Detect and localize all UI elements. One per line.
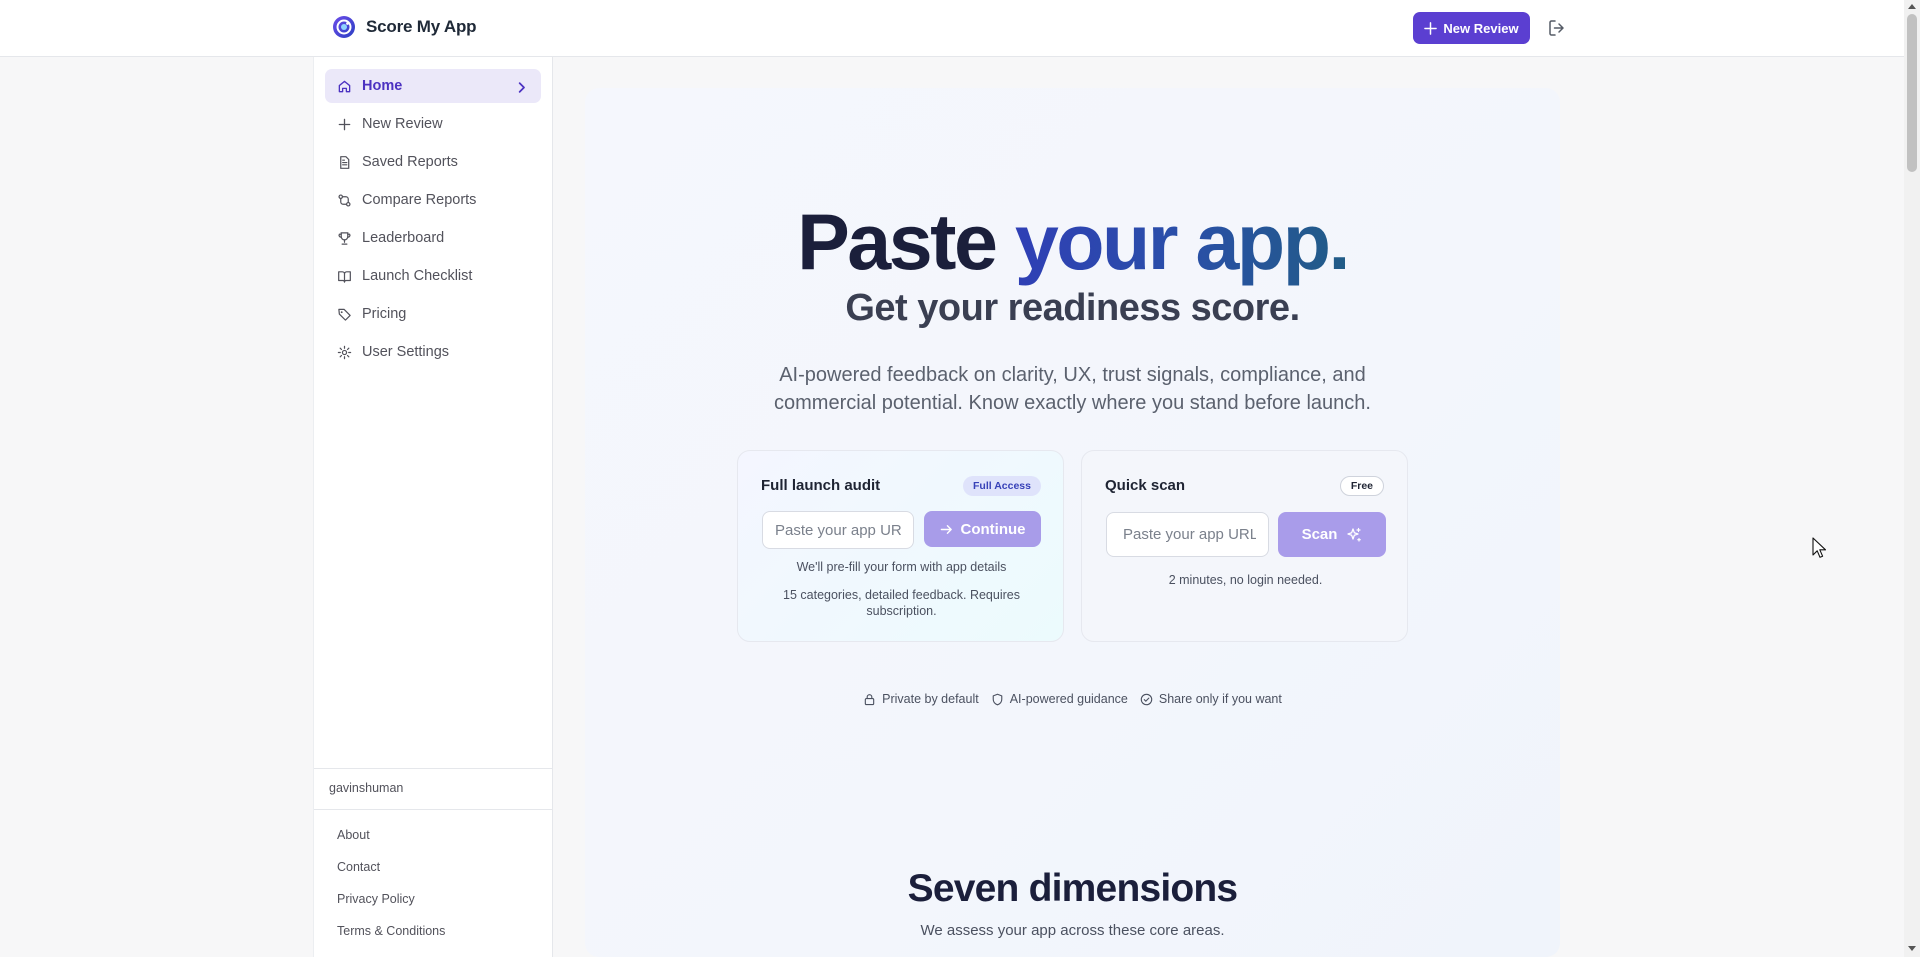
chevron-right-icon <box>518 82 525 93</box>
footer-links: About Contact Privacy Policy Terms & Con… <box>337 828 445 956</box>
subscription-note: 15 categories, detailed feedback. Requir… <box>783 588 1020 618</box>
sidebar-item-saved-reports[interactable]: Saved Reports <box>325 145 541 179</box>
hero-description: AI-powered feedback on clarity, UX, trus… <box>774 364 1371 414</box>
divider <box>314 809 553 810</box>
check-circle-icon <box>1140 693 1153 705</box>
sidebar-item-label: Compare Reports <box>362 192 477 208</box>
tag-icon <box>338 308 351 321</box>
scan-button[interactable]: Scan <box>1278 512 1386 557</box>
sidebar-item-leaderboard[interactable]: Leaderboard <box>325 221 541 255</box>
sparkles-icon <box>1347 527 1362 542</box>
sidebar-item-user-settings[interactable]: User Settings <box>325 335 541 369</box>
divider <box>314 768 553 769</box>
sidebar-nav: Home New Review Saved Reports Compare Re… <box>325 69 541 373</box>
trust-item: AI-powered guidance <box>991 692 1128 706</box>
brand[interactable]: Score My App <box>332 15 477 39</box>
book-icon <box>338 270 351 283</box>
sidebar: Home New Review Saved Reports Compare Re… <box>313 57 553 957</box>
sidebar-item-home[interactable]: Home <box>325 69 541 103</box>
trophy-icon <box>338 231 351 245</box>
trust-row: Private by default AI-powered guidance S… <box>585 692 1560 706</box>
home-icon <box>338 80 351 92</box>
trust-item: Share only if you want <box>1140 692 1282 706</box>
file-icon <box>340 155 350 169</box>
scan-label: Scan <box>1301 526 1338 543</box>
footer-link-contact[interactable]: Contact <box>337 860 445 892</box>
trust-label: Private by default <box>882 692 979 706</box>
hero-title-dark: Paste <box>797 197 998 286</box>
mouse-cursor-icon <box>1812 537 1826 558</box>
sidebar-item-label: Saved Reports <box>362 154 458 170</box>
app-logo-icon <box>333 16 355 38</box>
hero-title-gradient: your app. <box>1014 197 1351 286</box>
lock-icon <box>864 693 875 705</box>
continue-button[interactable]: Continue <box>924 511 1041 547</box>
hero-title: Paste your app. <box>585 197 1560 287</box>
scroll-down-arrow-icon[interactable] <box>1908 946 1916 951</box>
dimensions-title: Seven dimensions <box>907 867 1238 910</box>
hero-subtitle: Get your readiness score. <box>845 287 1300 329</box>
sidebar-item-label: Pricing <box>362 306 407 322</box>
scroll-up-arrow-icon[interactable] <box>1908 4 1916 9</box>
top-bar: Score My App New Review <box>0 0 1904 57</box>
compare-icon <box>338 193 351 207</box>
card-title: Full launch audit <box>761 477 881 494</box>
sidebar-item-label: Launch Checklist <box>362 268 473 284</box>
trust-label: Share only if you want <box>1158 692 1282 706</box>
gear-icon <box>337 345 352 359</box>
dimensions-subtitle: We assess your app across these core are… <box>920 922 1225 939</box>
quick-scan-card: Quick scan Free Scan 2 minutes, no login… <box>1081 450 1408 642</box>
header-new-review-button[interactable]: New Review <box>1413 12 1530 44</box>
full-access-badge: Full Access <box>963 476 1041 496</box>
plus-icon <box>338 118 351 130</box>
arrow-right-icon <box>940 524 952 534</box>
sidebar-item-pricing[interactable]: Pricing <box>325 297 541 331</box>
footer-link-terms[interactable]: Terms & Conditions <box>337 924 445 956</box>
free-badge: Free <box>1339 476 1384 496</box>
sidebar-item-label: New Review <box>362 116 443 132</box>
logout-icon[interactable] <box>1547 18 1567 38</box>
full-audit-card: Full launch audit Full Access Continue W… <box>737 450 1064 642</box>
sidebar-item-new-review[interactable]: New Review <box>325 107 541 141</box>
quick-scan-note: 2 minutes, no login needed. <box>1168 573 1323 587</box>
footer-link-about[interactable]: About <box>337 828 445 860</box>
plus-icon <box>1424 21 1438 35</box>
app-name: Score My App <box>366 17 477 36</box>
footer-link-privacy-policy[interactable]: Privacy Policy <box>337 892 445 924</box>
sidebar-item-label: Leaderboard <box>362 230 445 246</box>
quick-scan-url-input[interactable] <box>1106 512 1269 557</box>
full-audit-url-input[interactable] <box>762 511 914 549</box>
sidebar-item-label: User Settings <box>362 344 450 360</box>
page-scrollbar[interactable] <box>1904 0 1920 957</box>
continue-label: Continue <box>960 520 1026 538</box>
scrollbar-thumb[interactable] <box>1907 14 1917 172</box>
sidebar-item-launch-checklist[interactable]: Launch Checklist <box>325 259 541 293</box>
prefill-note: We'll pre-fill your form with app detail… <box>796 560 1007 574</box>
sidebar-item-compare-reports[interactable]: Compare Reports <box>325 183 541 217</box>
sidebar-item-label: Home <box>362 78 403 94</box>
trust-item: Private by default <box>863 692 979 706</box>
shield-icon <box>992 693 1003 705</box>
trust-label: AI-powered guidance <box>1009 692 1128 706</box>
username: gavinshuman <box>329 781 404 795</box>
header-new-review-label: New Review <box>1443 20 1519 36</box>
card-title: Quick scan <box>1105 477 1186 494</box>
